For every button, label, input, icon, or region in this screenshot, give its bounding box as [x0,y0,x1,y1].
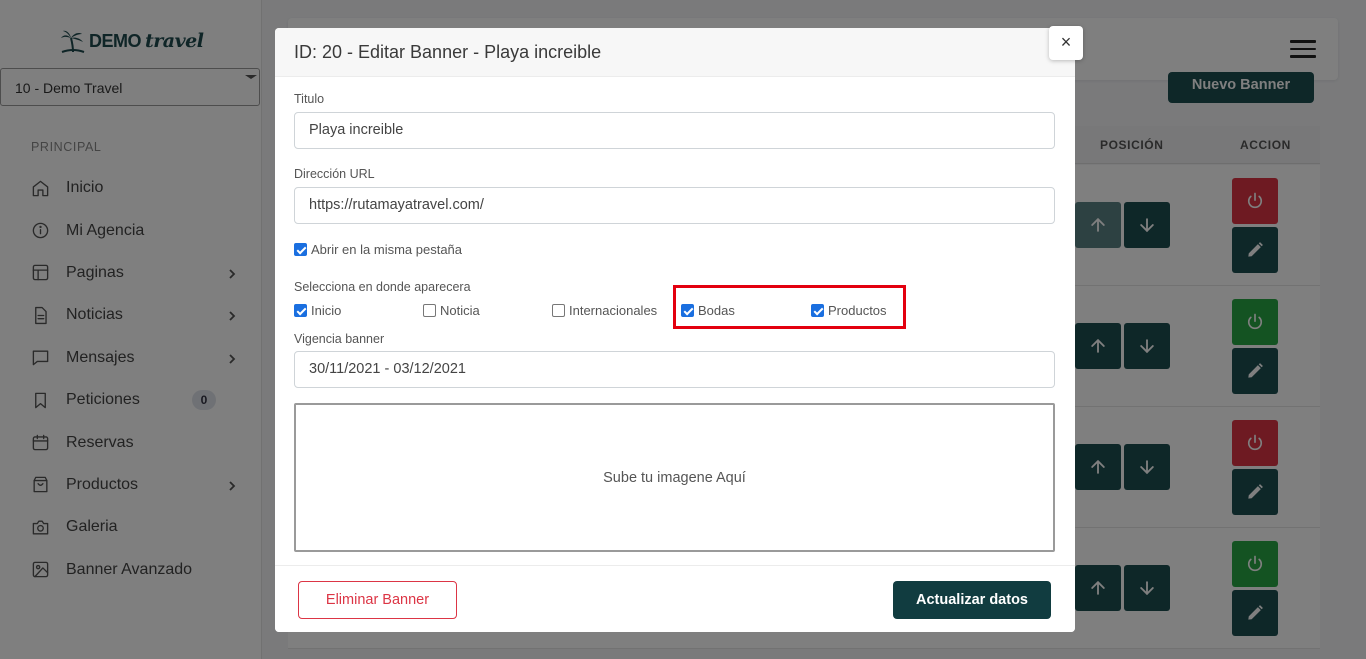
upload-text: Sube tu imagene Aquí [603,469,746,486]
locations-label: Selecciona en donde aparecera [294,280,471,294]
close-modal-button[interactable]: × [1049,26,1083,60]
same-tab-label: Abrir en la misma pestaña [311,242,463,257]
same-tab-checkbox[interactable]: Abrir en la misma pestaña [294,242,462,257]
delete-banner-button[interactable]: Eliminar Banner [298,581,457,619]
edit-banner-modal: ID: 20 - Editar Banner - Playa increible… [275,28,1075,632]
location-checkbox-internacionales[interactable]: Internacionales [552,303,657,318]
url-input[interactable]: https://rutamayatravel.com/ [294,187,1055,224]
location-checkbox-noticia[interactable]: Noticia [423,303,480,318]
update-data-button[interactable]: Actualizar datos [893,581,1051,619]
location-label: Internacionales [569,303,658,318]
highlight-box [673,285,906,329]
titulo-label: Titulo [294,92,325,106]
modal-title: ID: 20 - Editar Banner - Playa increible [294,42,602,62]
checkbox-checked[interactable] [294,243,307,256]
location-label: Noticia [440,303,480,318]
location-label: Inicio [311,303,342,318]
titulo-input[interactable]: Playa increible [294,112,1055,149]
vigencia-date-range-input[interactable]: 30/11/2021 - 03/12/2021 [294,351,1055,388]
location-checkbox-inicio[interactable]: Inicio [294,303,341,318]
image-upload-dropzone[interactable]: Sube tu imagene Aquí [294,403,1055,552]
modal-footer: Eliminar Banner Actualizar datos [275,565,1075,632]
checkbox-unchecked[interactable] [423,304,436,317]
checkbox-checked[interactable] [294,304,307,317]
checkbox-unchecked[interactable] [552,304,565,317]
vigencia-label: Vigencia banner [294,332,385,346]
modal-header: ID: 20 - Editar Banner - Playa increible [275,28,1075,77]
url-label: Dirección URL [294,167,375,181]
